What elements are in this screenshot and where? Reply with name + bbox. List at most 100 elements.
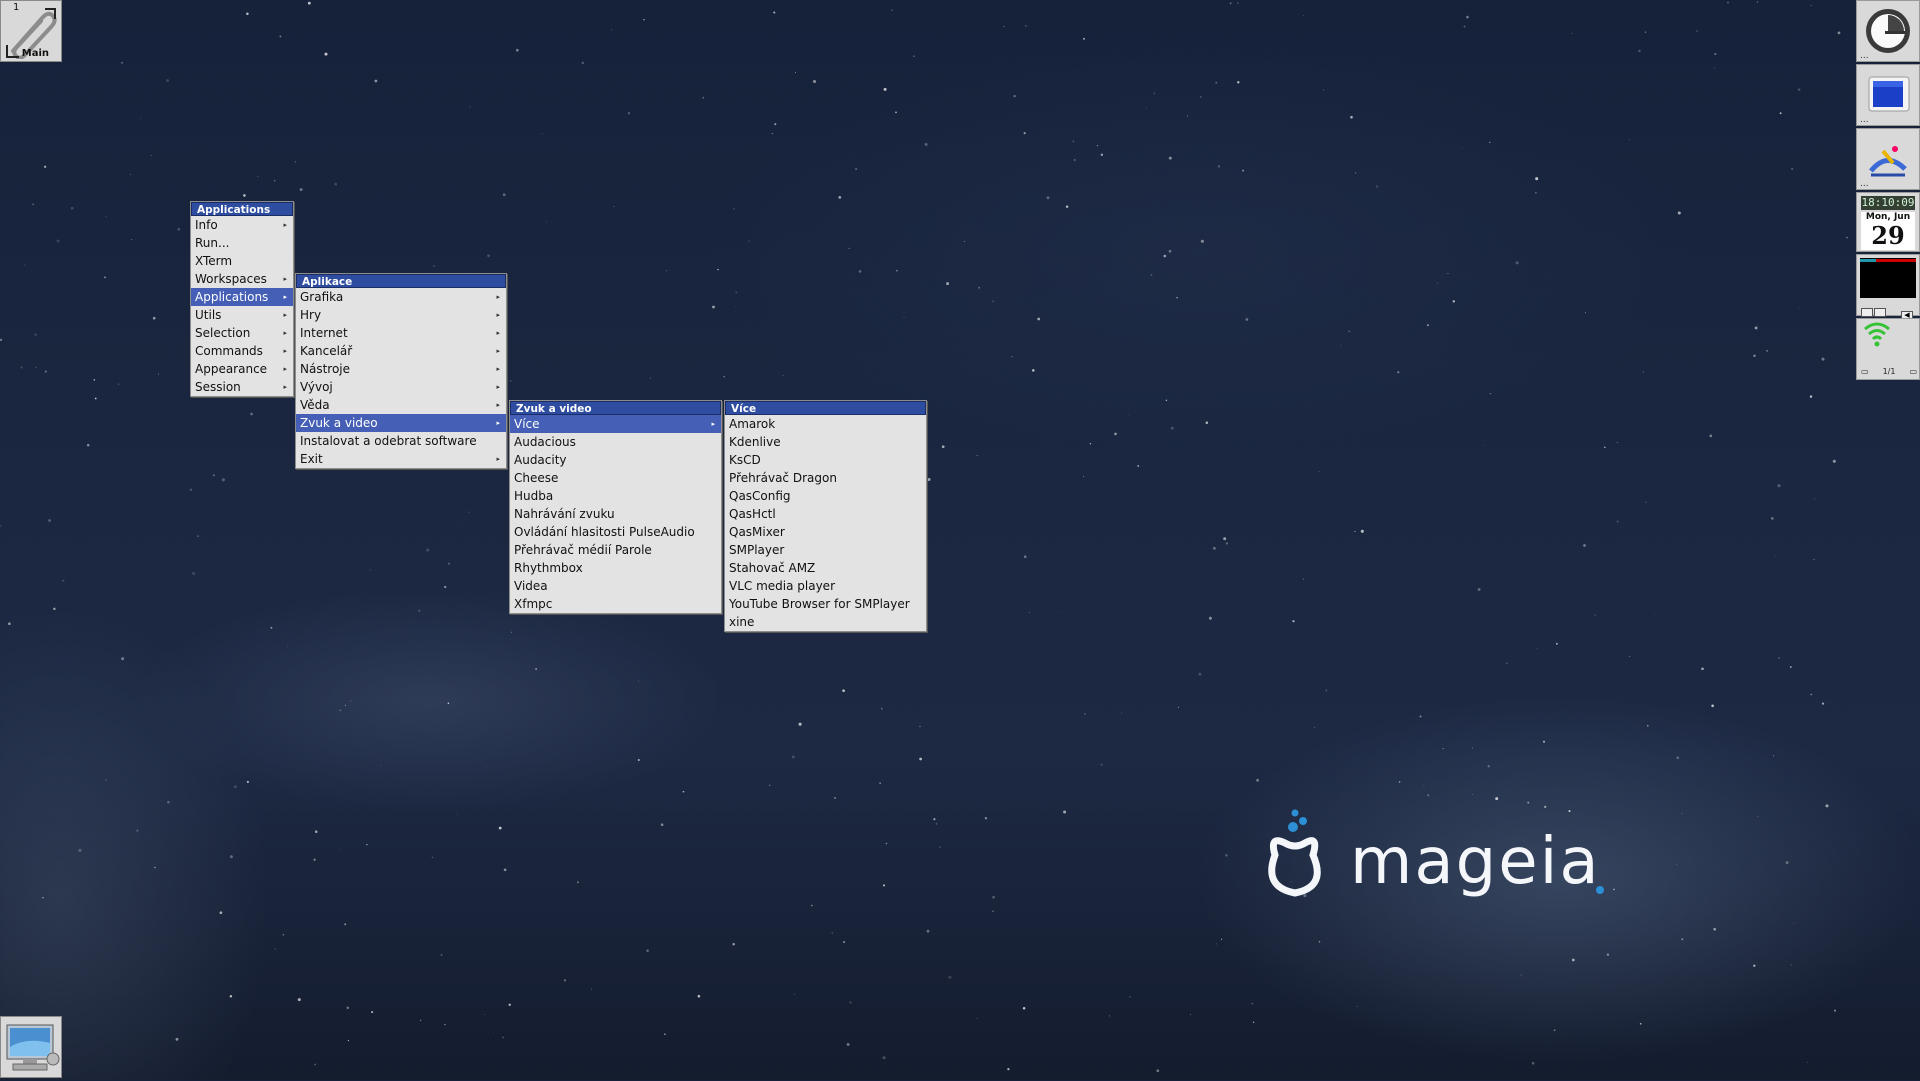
menu-item-hry[interactable]: Hry ▸: [296, 306, 506, 324]
star: [1215, 943, 1217, 945]
monitor-button[interactable]: [1874, 308, 1886, 317]
dock-app-drawing[interactable]: ...: [1856, 128, 1920, 190]
star: [299, 188, 303, 192]
menu-item-pulseaudio[interactable]: Ovládání hlasitosti PulseAudio: [510, 523, 721, 541]
menu-item-selection[interactable]: Selection ▸: [191, 324, 293, 342]
star: [883, 87, 887, 91]
menu-item-instalovat-software[interactable]: Instalovat a odebrat software: [296, 432, 506, 450]
star: [0, 338, 3, 342]
star: [314, 830, 318, 833]
network-left-icon[interactable]: ▭: [1861, 367, 1869, 376]
menu-item-internet[interactable]: Internet ▸: [296, 324, 506, 342]
star: [1063, 810, 1067, 814]
menu-item-nahravani-zvuku[interactable]: Nahrávání zvuku: [510, 505, 721, 523]
menu-item-audacious[interactable]: Audacious: [510, 433, 721, 451]
star: [294, 161, 297, 163]
star: [891, 9, 893, 11]
star: [1535, 191, 1537, 194]
menu-item-qasconfig[interactable]: QasConfig: [725, 487, 926, 505]
star: [1472, 747, 1474, 749]
star: [660, 823, 664, 827]
menu-item-grafika[interactable]: Grafika ▸: [296, 288, 506, 306]
dock-network[interactable]: ▭ 1/1 ▭: [1856, 318, 1920, 380]
dock-app-display[interactable]: ...: [1856, 64, 1920, 126]
menu-item-parole[interactable]: Přehrávač médií Parole: [510, 541, 721, 559]
star: [882, 1056, 886, 1060]
menu-item-veda[interactable]: Věda ▸: [296, 396, 506, 414]
menu-item-run[interactable]: Run...: [191, 234, 293, 252]
star: [723, 375, 725, 378]
star: [1753, 354, 1756, 358]
star: [919, 725, 921, 728]
star: [1495, 797, 1499, 801]
star: [1114, 432, 1117, 436]
star: [735, 291, 738, 294]
menu-item-xfmpc[interactable]: Xfmpc: [510, 595, 721, 613]
menu-item-utils[interactable]: Utils ▸: [191, 306, 293, 324]
menu-item-session[interactable]: Session ▸: [191, 378, 293, 396]
menu-item-vice[interactable]: Více ▸: [510, 415, 721, 433]
menu-item-label: Workspaces: [195, 272, 267, 286]
menu-item-qashctl[interactable]: QasHctl: [725, 505, 926, 523]
menu-item-kancelar[interactable]: Kancelář ▸: [296, 342, 506, 360]
star: [1357, 1005, 1358, 1007]
menu-item-vyvoj[interactable]: Vývoj ▸: [296, 378, 506, 396]
menu-item-workspaces[interactable]: Workspaces ▸: [191, 270, 293, 288]
menu-item-hudba[interactable]: Hudba: [510, 487, 721, 505]
star: [1461, 147, 1464, 149]
menu-item-youtube-browser[interactable]: YouTube Browser for SMPlayer: [725, 595, 926, 613]
menu-item-cheese[interactable]: Cheese: [510, 469, 721, 487]
star: [311, 39, 313, 41]
menu-item-smplayer[interactable]: SMPlayer: [725, 541, 926, 559]
dock-app-clock-tool[interactable]: ...: [1856, 0, 1920, 62]
star: [842, 689, 845, 693]
workspace-pager[interactable]: 1 Main: [0, 0, 62, 62]
menu-item-qasmixer[interactable]: QasMixer: [725, 523, 926, 541]
star: [1774, 555, 1776, 556]
menu-item-label: Nástroje: [300, 362, 351, 376]
menu-item-kdenlive[interactable]: Kdenlive: [725, 433, 926, 451]
dock-system-monitor[interactable]: ◀▶: [1856, 254, 1920, 339]
menu-item-info[interactable]: Info ▸: [191, 216, 293, 234]
dock-clock[interactable]: 18:10:09 Mon, Jun 29: [1856, 192, 1920, 252]
menu-item-applications[interactable]: Applications ▸: [191, 288, 293, 306]
monitor-button[interactable]: [1861, 308, 1873, 317]
star: [544, 1078, 546, 1079]
menu-item-stahovac-amz[interactable]: Stahovač AMZ: [725, 559, 926, 577]
star: [1375, 185, 1379, 188]
star: [1531, 1061, 1535, 1065]
menu-item-kscd[interactable]: KsCD: [725, 451, 926, 469]
star: [1237, 2, 1239, 4]
menu-item-amarok[interactable]: Amarok: [725, 415, 926, 433]
star: [43, 165, 47, 169]
star: [794, 72, 796, 74]
menu-item-xterm[interactable]: XTerm: [191, 252, 293, 270]
menu-item-vlc[interactable]: VLC media player: [725, 577, 926, 595]
submenu-arrow-icon: ▸: [283, 221, 287, 229]
star: [948, 975, 952, 979]
menu-item-appearance[interactable]: Appearance ▸: [191, 360, 293, 378]
network-right-icon[interactable]: ▭: [1909, 367, 1917, 376]
star: [189, 488, 193, 491]
network-footer: ▭ 1/1 ▭: [1861, 367, 1917, 376]
menu-item-dragon[interactable]: Přehrávač Dragon: [725, 469, 926, 487]
menu-item-label: Internet: [300, 326, 348, 340]
star: [1756, 1, 1759, 3]
star: [838, 195, 842, 199]
menu-item-commands[interactable]: Commands ▸: [191, 342, 293, 360]
menu-item-videa[interactable]: Videa: [510, 577, 721, 595]
star: [613, 206, 615, 208]
computer-launcher[interactable]: [0, 1016, 62, 1078]
menu-item-xine[interactable]: xine: [725, 613, 926, 631]
menu-item-exit[interactable]: Exit ▸: [296, 450, 506, 468]
computer-icon: [6, 1024, 60, 1071]
menu-item-audacity[interactable]: Audacity: [510, 451, 721, 469]
menu-title: Zvuk a video: [510, 401, 721, 415]
menu-item-nastroje[interactable]: Nástroje ▸: [296, 360, 506, 378]
menu-item-label: SMPlayer: [729, 543, 785, 557]
star: [896, 269, 898, 272]
menu-item-rhythmbox[interactable]: Rhythmbox: [510, 559, 721, 577]
star: [344, 704, 347, 707]
star: [1165, 399, 1168, 401]
menu-item-zvuk-a-video[interactable]: Zvuk a video ▸: [296, 414, 506, 432]
